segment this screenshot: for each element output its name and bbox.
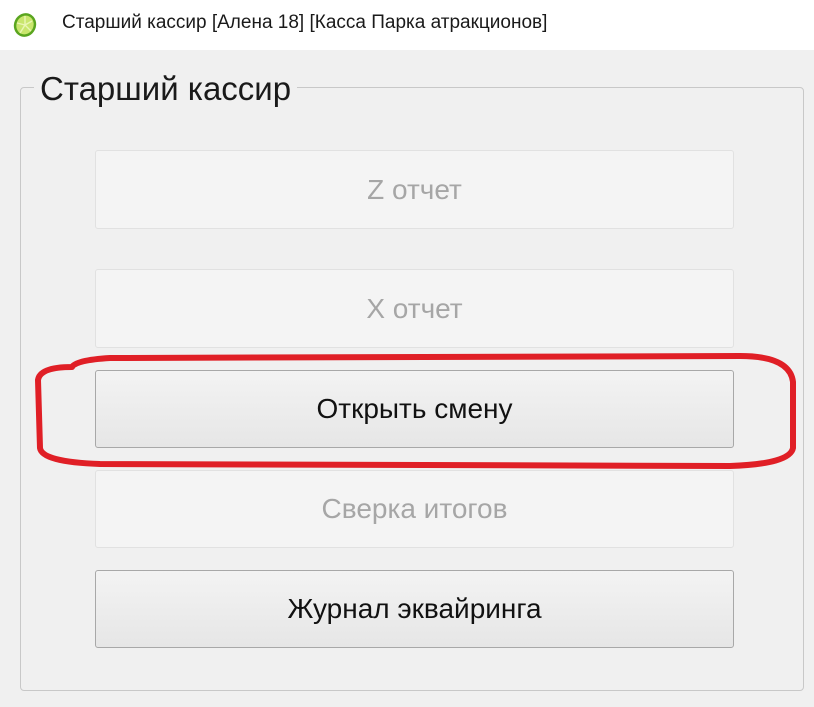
title-bar[interactable]: Старший кассир [Алена 18] [Касса Парка а… xyxy=(0,0,814,50)
acquiring-log-button[interactable]: Журнал эквайринга xyxy=(95,570,734,648)
app-window: Старший кассир [Алена 18] [Касса Парка а… xyxy=(0,0,814,707)
reconciliation-button[interactable]: Сверка итогов xyxy=(95,470,734,548)
window-title: Старший кассир [Алена 18] [Касса Парка а… xyxy=(62,12,548,33)
lime-slice-icon xyxy=(13,13,37,37)
z-report-button[interactable]: Z отчет xyxy=(95,150,734,229)
group-title: Старший кассир xyxy=(34,69,298,109)
x-report-button[interactable]: X отчет xyxy=(95,269,734,348)
open-shift-button[interactable]: Открыть смену xyxy=(95,370,734,448)
